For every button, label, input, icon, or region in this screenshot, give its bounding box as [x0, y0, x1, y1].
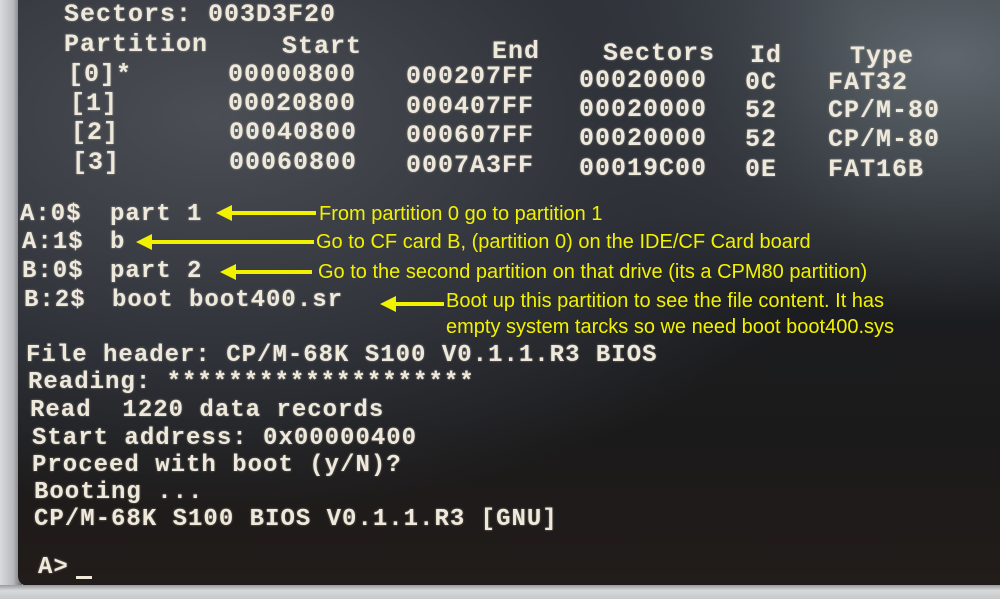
output-proceed: Proceed with boot (y/N)? — [32, 452, 402, 479]
arrow-left-icon — [380, 296, 444, 312]
cell-id: 52 — [745, 125, 778, 154]
monitor-bezel-bottom — [0, 585, 1000, 599]
cell-sectors: 00020000 — [579, 66, 708, 95]
cell-sectors: 00020000 — [579, 95, 708, 124]
col-header-partition: Partition — [64, 30, 209, 59]
annotation-boot-2: empty system tarcks so we need boot boot… — [446, 316, 894, 338]
arrow-left-icon — [136, 234, 314, 250]
command-text: boot boot400.sr — [112, 287, 344, 314]
cell-id: 0C — [745, 68, 778, 97]
col-header-type: Type — [850, 42, 915, 71]
output-start-address: Start address: 0x00000400 — [32, 425, 418, 452]
cell-sectors: 00020000 — [579, 124, 708, 153]
annotation-part1: From partition 0 go to partition 1 — [319, 203, 603, 225]
cell-sectors: 00019C00 — [579, 154, 708, 183]
cell-end: 000607FF — [406, 121, 535, 150]
col-header-start: Start — [282, 32, 363, 61]
cell-start: 00040800 — [229, 118, 358, 147]
cell-type: FAT16B — [828, 155, 925, 184]
command-text: part 1 — [110, 201, 203, 228]
cell-id: 52 — [745, 96, 778, 125]
col-header-id: Id — [750, 41, 783, 70]
annotation-boot-1: Boot up this partition to see the file c… — [446, 290, 885, 312]
disk-sectors-line: Sectors: 003D3F20 — [64, 0, 337, 29]
cell-start: 00000800 — [228, 60, 357, 89]
cpm-prompt[interactable]: A> — [38, 554, 69, 581]
cell-end: 000207FF — [406, 62, 535, 91]
cell-type: CP/M-80 — [828, 125, 941, 154]
annotation-drive-b: Go to CF card B, (partition 0) on the ID… — [316, 231, 811, 253]
cell-end: 000407FF — [406, 92, 535, 121]
cell-type: CP/M-80 — [828, 96, 941, 125]
output-bios-banner: CP/M-68K S100 BIOS V0.1.1.R3 [GNU] — [34, 506, 558, 533]
prompt: A:1$ — [22, 229, 84, 256]
arrow-left-icon — [216, 205, 316, 221]
output-booting: Booting ... — [34, 479, 204, 506]
command-text: b — [110, 229, 126, 256]
cell-end: 0007A3FF — [406, 151, 535, 180]
cell-id: 0E — [745, 155, 778, 184]
col-header-sectors: Sectors — [603, 39, 716, 68]
prompt: A:0$ — [20, 201, 82, 228]
cell-start: 00020800 — [228, 89, 357, 118]
prompt: B:2$ — [24, 287, 86, 314]
cell-partition: [0]* — [68, 60, 133, 89]
output-read-records: Read 1220 data records — [30, 397, 385, 424]
text-cursor — [76, 576, 92, 579]
arrow-left-icon — [220, 264, 312, 280]
cell-start: 00060800 — [229, 148, 358, 177]
cell-partition: [3] — [72, 148, 121, 177]
annotation-part2: Go to the second partition on that drive… — [318, 261, 868, 283]
command-text: part 2 — [110, 258, 203, 285]
cell-partition: [1] — [70, 89, 119, 118]
cell-type: FAT32 — [828, 68, 909, 97]
output-file-header: File header: CP/M-68K S100 V0.1.1.R3 BIO… — [26, 342, 658, 369]
prompt: B:0$ — [22, 258, 84, 285]
output-reading: Reading: ******************** — [28, 369, 475, 396]
cell-partition: [2] — [71, 118, 120, 147]
